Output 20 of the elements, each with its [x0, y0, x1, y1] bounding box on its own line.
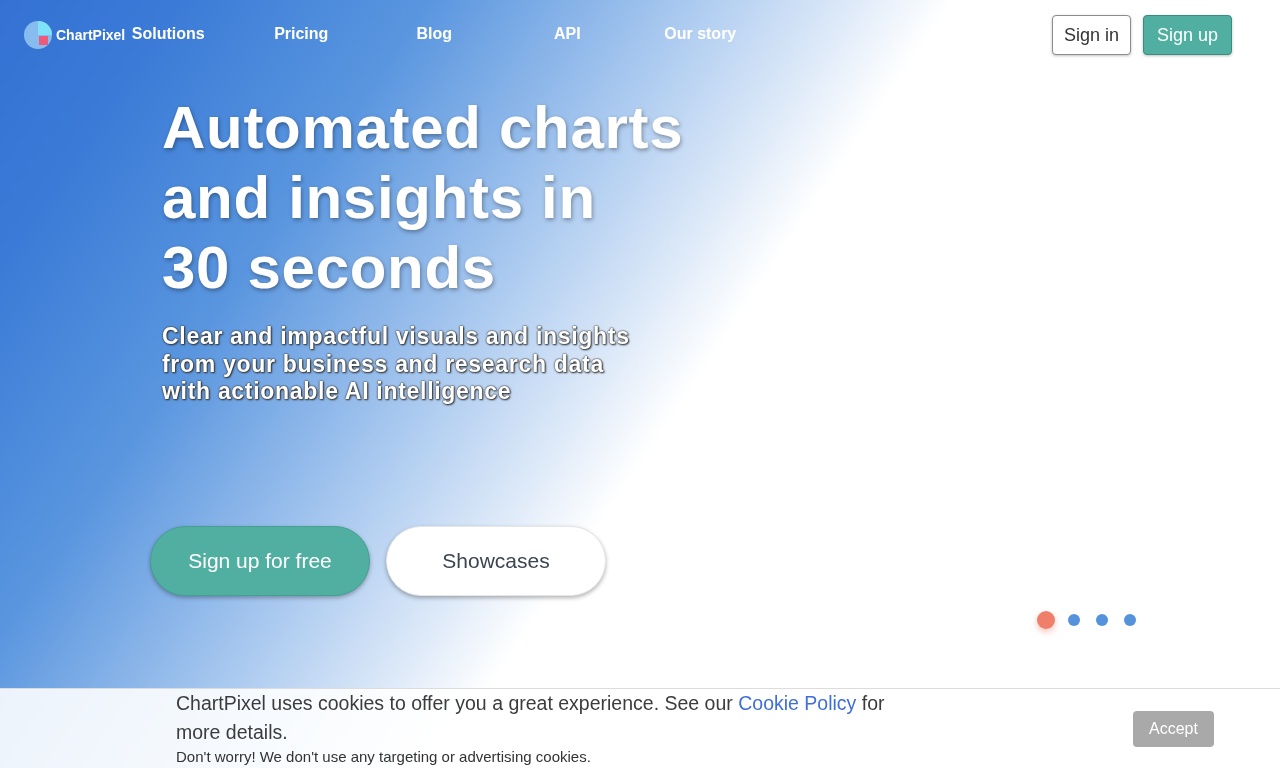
nav-link[interactable]: Solutions: [125, 15, 212, 53]
hero-headline: Automated charts and insights in 30 seconds: [162, 93, 685, 303]
logo-icon[interactable]: [24, 21, 52, 49]
nav-link[interactable]: Blog: [391, 15, 478, 53]
carousel-dot[interactable]: [1096, 613, 1108, 626]
carousel-dot[interactable]: [1037, 610, 1055, 629]
cookie-notice: ChartPixel uses cookies to offer you a great experience. See our Cookie Policy for more details.: [176, 691, 886, 745]
brand-name[interactable]: ChartPixel: [56, 15, 126, 55]
showcases-button[interactable]: Showcases: [386, 525, 606, 596]
sign-in-button[interactable]: Sign in: [1051, 15, 1131, 55]
sign-up-free-button[interactable]: Sign up for free: [150, 525, 370, 596]
sign-up-button[interactable]: Sign up: [1142, 15, 1232, 55]
carousel-dot[interactable]: [1124, 613, 1136, 626]
cookie-note: Don't worry! We don't use any targeting or advertising cookies.: [176, 747, 592, 767]
accept-button[interactable]: Accept: [1133, 710, 1214, 747]
hero-subtitle: Clear and impactful visuals and insights from your business and research data with actionable AI intelligence: [162, 323, 631, 406]
carousel-dot[interactable]: [1068, 613, 1080, 626]
cookie-policy-link[interactable]: Cookie Policy: [738, 692, 857, 714]
nav-link[interactable]: API: [524, 15, 611, 53]
nav-link[interactable]: Pricing: [258, 15, 345, 53]
